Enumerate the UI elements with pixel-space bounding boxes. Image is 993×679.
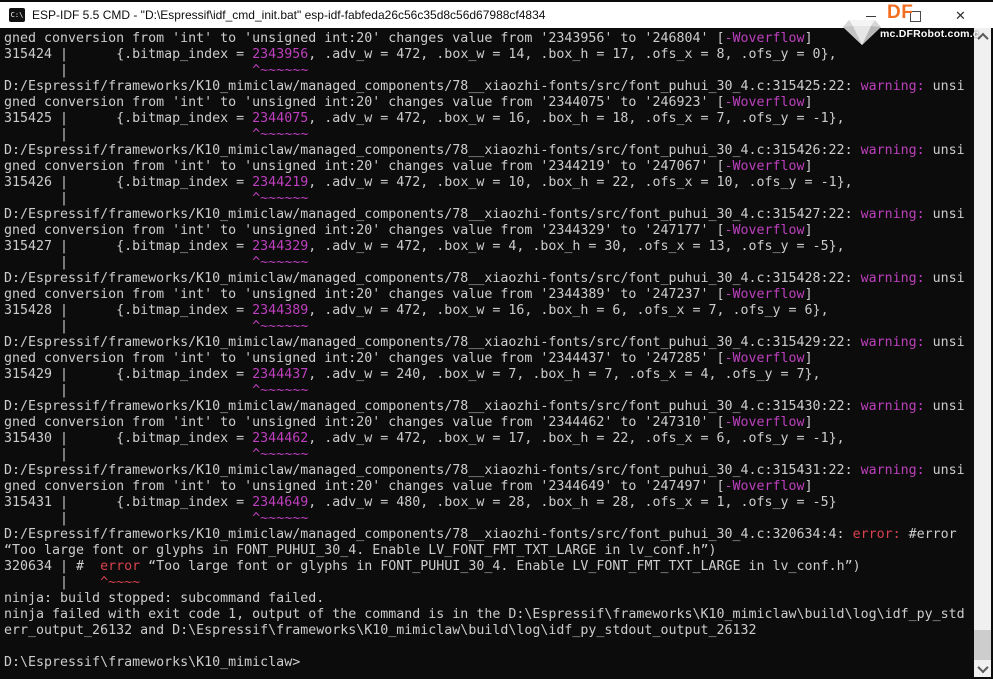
terminal-line: 315430 | {.bitmap_index = 2344462, .adv_… xyxy=(4,431,845,446)
terminal-line: | ^~~~~~~ xyxy=(4,447,309,462)
terminal-line: D:/Espressif/frameworks/K10_mimiclaw/man… xyxy=(4,79,965,94)
terminal-line: 315425 | {.bitmap_index = 2344075, .adv_… xyxy=(4,111,845,126)
terminal-line: ninja failed with exit code 1, output of… xyxy=(4,607,965,622)
terminal-line: gned conversion from 'int' to 'unsigned … xyxy=(4,159,813,174)
terminal-line: gned conversion from 'int' to 'unsigned … xyxy=(4,31,813,46)
cmd-icon: C:\ xyxy=(9,8,25,22)
dfrobot-gem-icon xyxy=(842,17,882,52)
terminal-line: ninja: build stopped: subcommand failed. xyxy=(4,591,325,606)
terminal-line: | ^~~~~~~ xyxy=(4,127,309,142)
terminal-line: 315427 | {.bitmap_index = 2344329, .adv_… xyxy=(4,239,845,254)
terminal-line: gned conversion from 'int' to 'unsigned … xyxy=(4,95,813,110)
cmd-window: C:\ ESP-IDF 5.5 CMD - "D:\Espressif\idf_… xyxy=(0,0,993,679)
close-icon: ✕ xyxy=(955,8,966,24)
terminal-line: 315429 | {.bitmap_index = 2344437, .adv_… xyxy=(4,367,821,382)
terminal-line: | ^~~~~ xyxy=(4,575,141,590)
terminal-line: gned conversion from 'int' to 'unsigned … xyxy=(4,351,813,366)
terminal-line: | ^~~~~~~ xyxy=(4,255,309,270)
terminal-line: 315426 | {.bitmap_index = 2344219, .adv_… xyxy=(4,175,853,190)
terminal-line: gned conversion from 'int' to 'unsigned … xyxy=(4,415,813,430)
terminal-line: gned conversion from 'int' to 'unsigned … xyxy=(4,479,813,494)
terminal-line: | ^~~~~~~ xyxy=(4,383,309,398)
terminal-line: D:/Espressif/frameworks/K10_mimiclaw/man… xyxy=(4,335,965,350)
terminal-line: 320634 | # error “Too large font or glyp… xyxy=(4,559,861,574)
terminal-line: | ^~~~~~~ xyxy=(4,511,309,526)
terminal-line: | ^~~~~~~ xyxy=(4,319,309,334)
scrollbar[interactable] xyxy=(974,28,991,677)
dfrobot-watermark-df: DF xyxy=(887,2,914,23)
terminal-line: D:/Espressif/frameworks/K10_mimiclaw/man… xyxy=(4,399,965,414)
terminal-line: 315431 | {.bitmap_index = 2344649, .adv_… xyxy=(4,495,837,510)
terminal-line: D:/Espressif/frameworks/K10_mimiclaw/man… xyxy=(4,271,965,286)
terminal-line: gned conversion from 'int' to 'unsigned … xyxy=(4,223,813,238)
scroll-down-button[interactable] xyxy=(974,660,991,677)
terminal-line: | ^~~~~~~ xyxy=(4,191,309,206)
terminal-lines: gned conversion from 'int' to 'unsigned … xyxy=(4,31,974,671)
scrollbar-thumb[interactable] xyxy=(974,630,991,660)
cmd-icon-label: C:\ xyxy=(10,10,24,19)
terminal-output[interactable]: gned conversion from 'int' to 'unsigned … xyxy=(2,28,974,677)
terminal-line: “Too large font or glyphs in FONT_PUHUI_… xyxy=(4,543,717,558)
window-title: ESP-IDF 5.5 CMD - "D:\Espressif\idf_cmd_… xyxy=(32,8,546,22)
terminal-line: D:/Espressif/frameworks/K10_mimiclaw/man… xyxy=(4,463,965,478)
terminal-line: D:/Espressif/frameworks/K10_mimiclaw/man… xyxy=(4,207,965,222)
terminal-line: D:\Espressif\frameworks\K10_mimiclaw> xyxy=(4,655,301,670)
terminal-line: | ^~~~~~~ xyxy=(4,63,309,78)
terminal-line: 315424 | {.bitmap_index = 2343956, .adv_… xyxy=(4,47,837,62)
terminal-line: D:/Espressif/frameworks/K10_mimiclaw/man… xyxy=(4,143,965,158)
terminal-line: err_output_26132 and D:\Espressif\framew… xyxy=(4,623,757,638)
terminal-line: 315428 | {.bitmap_index = 2344389, .adv_… xyxy=(4,303,829,318)
dfrobot-watermark-url: mc.DFRobot.com.c xyxy=(880,28,979,40)
terminal-line: D:/Espressif/frameworks/K10_mimiclaw/man… xyxy=(4,527,957,542)
terminal-line: gned conversion from 'int' to 'unsigned … xyxy=(4,287,813,302)
close-button[interactable]: ✕ xyxy=(938,4,983,28)
chevron-down-icon xyxy=(976,661,989,673)
